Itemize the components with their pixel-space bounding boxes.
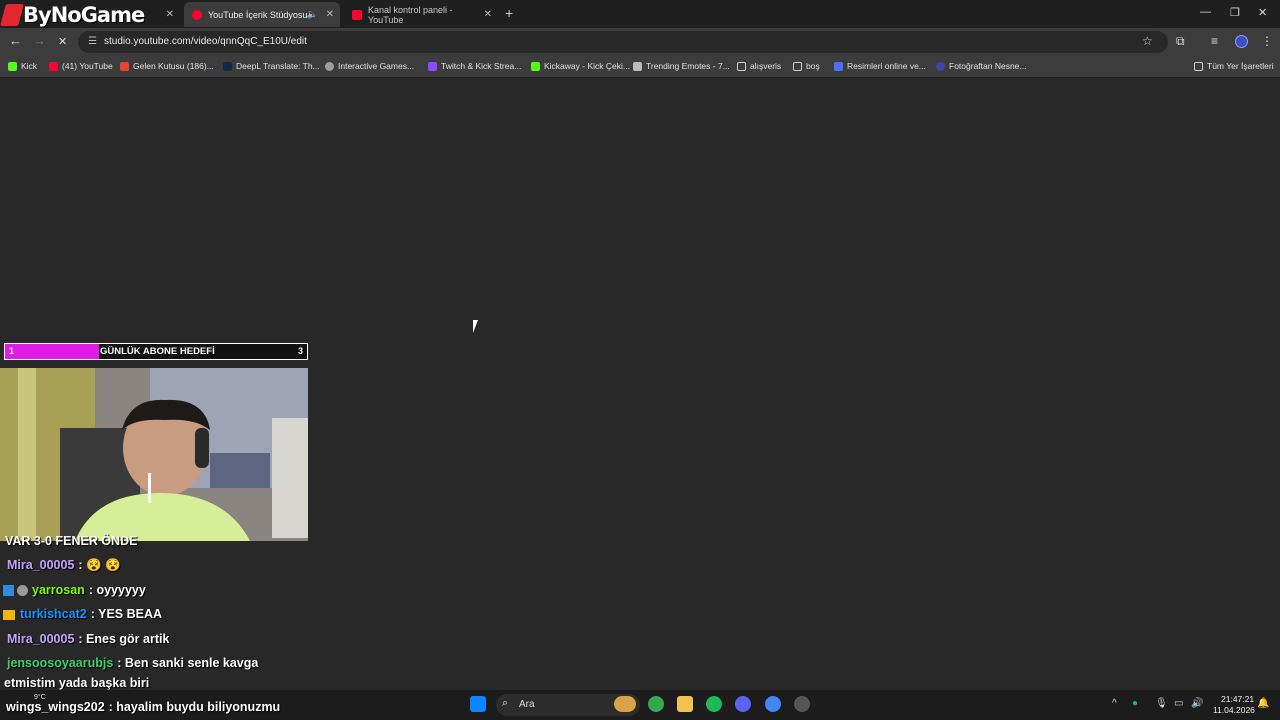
notification-bell-icon[interactable]: 🔔 — [1257, 698, 1269, 709]
crown-badge-icon — [3, 609, 15, 620]
menu-icon[interactable]: ⋮ — [1261, 34, 1273, 48]
search-highlight-icon — [614, 696, 636, 712]
bookmark-item[interactable]: Resimleri online ve... — [834, 61, 926, 71]
bookmark-folder[interactable]: alışveris — [737, 61, 781, 71]
youtube-icon — [49, 61, 58, 71]
webcam-image — [0, 368, 308, 541]
bookmark-item[interactable]: DeepL Translate: Th... — [223, 61, 320, 71]
goal-target: 3 — [297, 346, 303, 356]
forward-icon[interactable]: → — [33, 33, 46, 48]
search-icon: ⌕ — [502, 697, 509, 709]
volume-icon[interactable]: 🔊 — [1191, 698, 1203, 709]
spotify-icon[interactable] — [706, 696, 722, 712]
spotify-tray-icon[interactable]: ● — [1132, 698, 1138, 709]
tab-youtube-studio[interactable]: YouTube İçerik Stüdyosu 🔈 ✕ — [184, 2, 340, 27]
tab-channel-dashboard[interactable]: Kanal kontrol paneli - YouTube ✕ — [344, 2, 498, 27]
microphone-icon[interactable]: 🎙 — [1155, 698, 1168, 709]
bookmark-item[interactable]: Interactive Games... — [325, 61, 414, 71]
restore-icon[interactable]: ❐ — [1230, 6, 1240, 19]
new-tab-button[interactable]: + — [505, 5, 513, 21]
folder-icon — [1194, 61, 1203, 71]
resimleri-icon — [834, 61, 843, 71]
chat-message: yarrosan: oyyyyyy — [3, 583, 146, 597]
deepl-icon — [223, 61, 232, 71]
site-info-icon[interactable]: ☰ — [88, 36, 97, 47]
goal-current: 1 — [9, 346, 15, 356]
fotograftan-icon — [936, 61, 945, 71]
profile-avatar[interactable] — [1235, 35, 1248, 48]
tab-label: Kanal kontrol paneli - YouTube — [368, 4, 453, 25]
chat-message: etmistim yada başka biri — [4, 676, 150, 690]
app-icon[interactable] — [794, 696, 810, 712]
minimize-icon[interactable]: — — [1200, 6, 1211, 18]
chrome-icon[interactable] — [648, 696, 664, 712]
close-tab-icon[interactable]: ✕ — [326, 9, 334, 20]
gmail-icon — [120, 61, 129, 71]
stop-loading-icon[interactable]: ✕ — [58, 35, 67, 48]
tab-label: YouTube İçerik Stüdyosu — [208, 9, 308, 20]
speaker-icon[interactable]: 🔈 — [307, 9, 318, 20]
kick-icon — [8, 61, 17, 71]
mouse-cursor-icon — [473, 320, 483, 333]
bookmark-item[interactable]: Kick — [8, 61, 37, 71]
file-explorer-icon[interactable] — [677, 696, 693, 712]
media-control-icon[interactable]: ≡ — [1211, 34, 1218, 48]
close-tab-icon[interactable]: ✕ — [166, 9, 174, 20]
chat-message: Mira_00005: Enes gör artik — [7, 632, 170, 646]
all-bookmarks[interactable]: Tüm Yer İşaretleri — [1194, 61, 1274, 71]
chat-message: VAR 3-0 FENER ÖNDE — [5, 534, 138, 548]
chat-message: Mira_00005: 😵 😵 — [7, 558, 121, 572]
url-text[interactable]: studio.youtube.com/video/qnnQqC_E10U/edi… — [104, 36, 307, 47]
folder-icon — [737, 61, 746, 71]
close-tab-icon[interactable]: ✕ — [484, 9, 492, 20]
youtube-studio-favicon-icon — [192, 9, 202, 20]
bookmark-item[interactable]: Twitch & Kick Strea... — [428, 61, 521, 71]
search-placeholder: Ara — [519, 699, 535, 710]
youtube-favicon-icon — [352, 9, 362, 20]
bookmark-item[interactable]: Gelen Kutusu (186)... — [120, 61, 214, 71]
clock-date[interactable]: 11.04.2026 — [1213, 705, 1255, 715]
bookmark-folder[interactable]: boş — [793, 61, 820, 71]
subscriber-goal-bar: 1 GÜNLÜK ABONE HEDEFİ 3 — [4, 343, 308, 360]
bookmark-star-icon[interactable]: ☆ — [1142, 34, 1153, 48]
network-icon[interactable]: ▭ — [1174, 698, 1183, 709]
globe-icon — [325, 61, 334, 71]
windows-start-icon[interactable] — [470, 696, 486, 712]
bookmark-item[interactable]: Trending Emotes - 7... — [633, 61, 730, 71]
tray-overflow-icon[interactable]: ^ — [1112, 698, 1117, 709]
logo-text: ByNoGame — [23, 3, 145, 27]
twitch-icon — [428, 61, 437, 71]
stream-logo-overlay: ByNoGame — [0, 0, 145, 30]
webcam-feed — [0, 368, 308, 541]
logo-mark-icon — [0, 4, 24, 26]
kickaway-icon — [531, 61, 540, 71]
clock-time[interactable]: 21:47:21 — [1221, 694, 1254, 704]
discord-icon[interactable] — [735, 696, 751, 712]
chat-message: wings_wings202: hayalim buydu biliyonuzm… — [6, 700, 281, 714]
7tv-icon — [633, 61, 642, 71]
badge-icon — [3, 585, 14, 597]
back-icon[interactable]: ← — [9, 33, 22, 48]
chrome-profile-icon[interactable] — [765, 696, 781, 712]
folder-icon — [793, 61, 802, 71]
bookmark-item[interactable]: (41) YouTube — [49, 61, 113, 71]
bookmark-item[interactable]: Fotoğraftan Nesne... — [936, 61, 1027, 71]
chat-message: jensoosoyaarubjs: Ben sanki senle kavga — [7, 656, 259, 670]
bookmark-item[interactable]: Kickaway - Kick Çeki... — [531, 61, 630, 71]
close-window-icon[interactable]: ✕ — [1258, 6, 1267, 19]
goal-label: GÜNLÜK ABONE HEDEFİ — [100, 346, 215, 357]
extensions-icon[interactable]: ⧉ — [1176, 34, 1185, 49]
goal-progress-fill — [5, 344, 99, 359]
chat-message: turkishcat2: YES BEAA — [3, 607, 162, 621]
badge-icon — [17, 585, 28, 597]
